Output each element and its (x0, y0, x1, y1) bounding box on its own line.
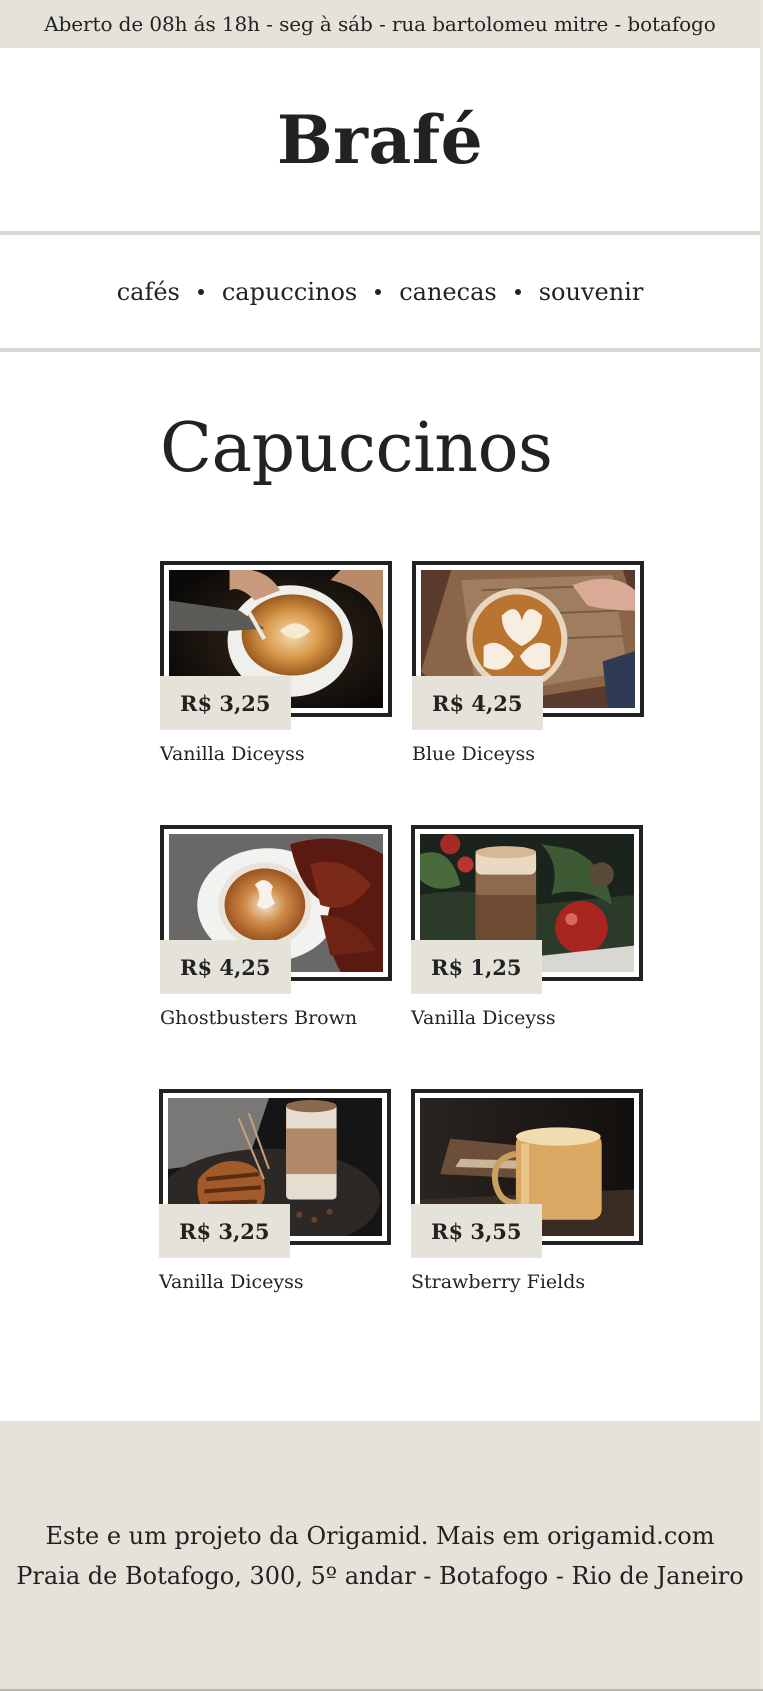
logo[interactable]: Brafé (277, 101, 483, 179)
bullet-separator (197, 288, 204, 295)
price-tag: R$ 3,55 (411, 1204, 542, 1258)
price-tag: R$ 3,25 (160, 676, 291, 730)
footer-address: Praia de Botafogo, 300, 5º andar - Botaf… (16, 1562, 744, 1590)
price-tag: R$ 4,25 (160, 940, 291, 994)
product-name-link[interactable]: Vanilla Diceyss (160, 743, 305, 765)
product-card: R$ 3,55 Strawberry Fields (411, 1089, 643, 1293)
product-name-link[interactable]: Ghostbusters Brown (160, 1007, 357, 1029)
price-tag: R$ 4,25 (412, 676, 543, 730)
price-tag: R$ 1,25 (411, 940, 542, 994)
footer: Este e um projeto da Origamid. Mais em o… (0, 1421, 760, 1691)
bullet-separator (375, 288, 382, 295)
page: Aberto de 08h ás 18h - seg à sáb - rua b… (0, 0, 763, 1691)
product-image-link[interactable]: R$ 3,25 (159, 1089, 391, 1258)
main-nav: cafés capuccinos canecas souvenir (0, 235, 760, 348)
product-name-link[interactable]: Blue Diceyss (412, 743, 535, 765)
price-tag: R$ 3,25 (159, 1204, 290, 1258)
info-bar-text: Aberto de 08h ás 18h - seg à sáb - rua b… (44, 12, 716, 36)
product-name-link[interactable]: Strawberry Fields (411, 1271, 585, 1293)
bullet-separator (514, 288, 521, 295)
product-card: R$ 3,25 Vanilla Diceyss (159, 1089, 391, 1293)
product-card: R$ 3,25 Vanilla Diceyss (160, 561, 392, 765)
product-card: R$ 1,25 Vanilla Diceyss (411, 825, 643, 1029)
product-image-link[interactable]: R$ 3,25 (160, 561, 392, 730)
product-image-link[interactable]: R$ 3,55 (411, 1089, 643, 1258)
product-card: R$ 4,25 Blue Diceyss (412, 561, 644, 765)
product-image-link[interactable]: R$ 4,25 (412, 561, 644, 730)
product-name-link[interactable]: Vanilla Diceyss (159, 1271, 304, 1293)
nav-item-capuccinos[interactable]: capuccinos (222, 278, 357, 306)
nav-item-cafes[interactable]: cafés (117, 278, 180, 306)
product-image-link[interactable]: R$ 1,25 (411, 825, 643, 994)
nav-item-souvenir[interactable]: souvenir (539, 278, 644, 306)
product-image-link[interactable]: R$ 4,25 (160, 825, 392, 994)
product-name-link[interactable]: Vanilla Diceyss (411, 1007, 556, 1029)
nav-item-canecas[interactable]: canecas (399, 278, 496, 306)
divider (0, 348, 760, 352)
footer-credit: Este e um projeto da Origamid. Mais em o… (45, 1522, 715, 1550)
page-title: Capuccinos (160, 409, 553, 488)
header: Brafé (0, 48, 760, 232)
product-card: R$ 4,25 Ghostbusters Brown (160, 825, 392, 1029)
info-bar: Aberto de 08h ás 18h - seg à sáb - rua b… (0, 0, 760, 48)
